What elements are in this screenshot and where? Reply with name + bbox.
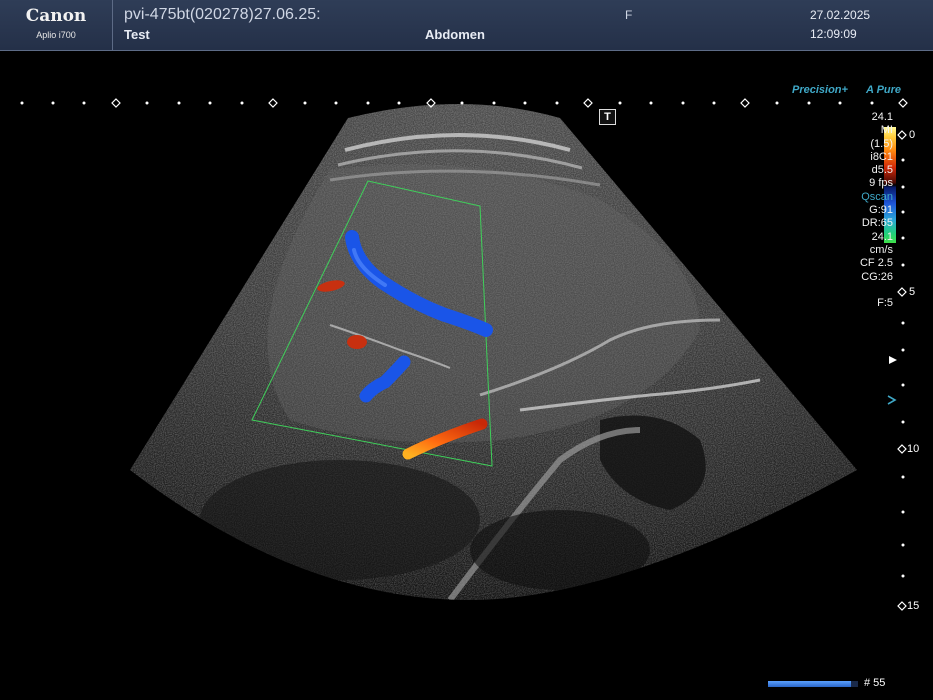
focus-position-marker[interactable] bbox=[889, 356, 897, 364]
depth-value: d5.5 bbox=[871, 164, 893, 177]
probe-name: i8C1 bbox=[870, 150, 893, 163]
cine-progress-fill bbox=[768, 681, 851, 687]
bmode-sector bbox=[130, 104, 857, 600]
ultrasound-scan bbox=[20, 98, 908, 611]
color-frequency: CF 2.5 bbox=[859, 257, 893, 270]
gain-value: G:91 bbox=[869, 204, 893, 217]
header-bar: Canon Aplio i700 pvi-475bt(020278)27.06.… bbox=[0, 0, 933, 51]
velocity-scale-top: 24.1 bbox=[871, 111, 893, 123]
ultrasound-image-area: Precision+ A Pure T bbox=[0, 51, 933, 700]
depth-label-5: 5 bbox=[909, 286, 916, 298]
patient-name: Test bbox=[124, 27, 150, 42]
frame-rate: 9 fps bbox=[869, 177, 893, 190]
device-model: Aplio i700 bbox=[36, 30, 76, 40]
frame-counter: # 55 bbox=[864, 677, 886, 689]
transducer-orientation-marker: T bbox=[599, 109, 616, 125]
mi-label: MI bbox=[880, 124, 893, 137]
parameter-readout: 24.1 MI (1.5) i8C1 d5.5 9 fps Qscan G:91… bbox=[860, 111, 893, 310]
dynamic-range-value: DR:65 bbox=[861, 217, 893, 230]
patient-sex: F bbox=[625, 8, 633, 22]
velocity-unit: cm/s bbox=[869, 243, 893, 256]
patient-id: pvi-475bt(020278)27.06.25: bbox=[124, 6, 321, 23]
qscan-label: Qscan bbox=[861, 190, 893, 203]
depth-label-15: 15 bbox=[907, 600, 920, 612]
depth-scale-ticks bbox=[901, 158, 905, 578]
mi-value: (1.5) bbox=[870, 137, 893, 150]
depth-label-10: 10 bbox=[907, 443, 920, 455]
brand-logo: Canon bbox=[25, 6, 87, 26]
depth-label-0: 0 bbox=[909, 129, 916, 141]
cine-progress-bar[interactable] bbox=[768, 681, 858, 687]
exam-time: 12:09:09 bbox=[810, 27, 857, 41]
exam-date: 27.02.2025 bbox=[810, 8, 871, 22]
brand-block: Canon Aplio i700 bbox=[0, 0, 113, 50]
doppler-flow-red-dot bbox=[347, 335, 367, 349]
exam-preset: Abdomen bbox=[425, 27, 485, 42]
color-gain: CG:26 bbox=[861, 270, 893, 283]
apure-label: A Pure bbox=[866, 84, 902, 96]
precision-plus-label: Precision+ bbox=[792, 84, 848, 96]
lateral-scale-markers bbox=[20, 101, 874, 105]
velocity-scale-bottom: 24.1 bbox=[871, 230, 893, 243]
focus-arrow-icon bbox=[887, 395, 897, 405]
focus-count: F:5 bbox=[877, 296, 893, 309]
